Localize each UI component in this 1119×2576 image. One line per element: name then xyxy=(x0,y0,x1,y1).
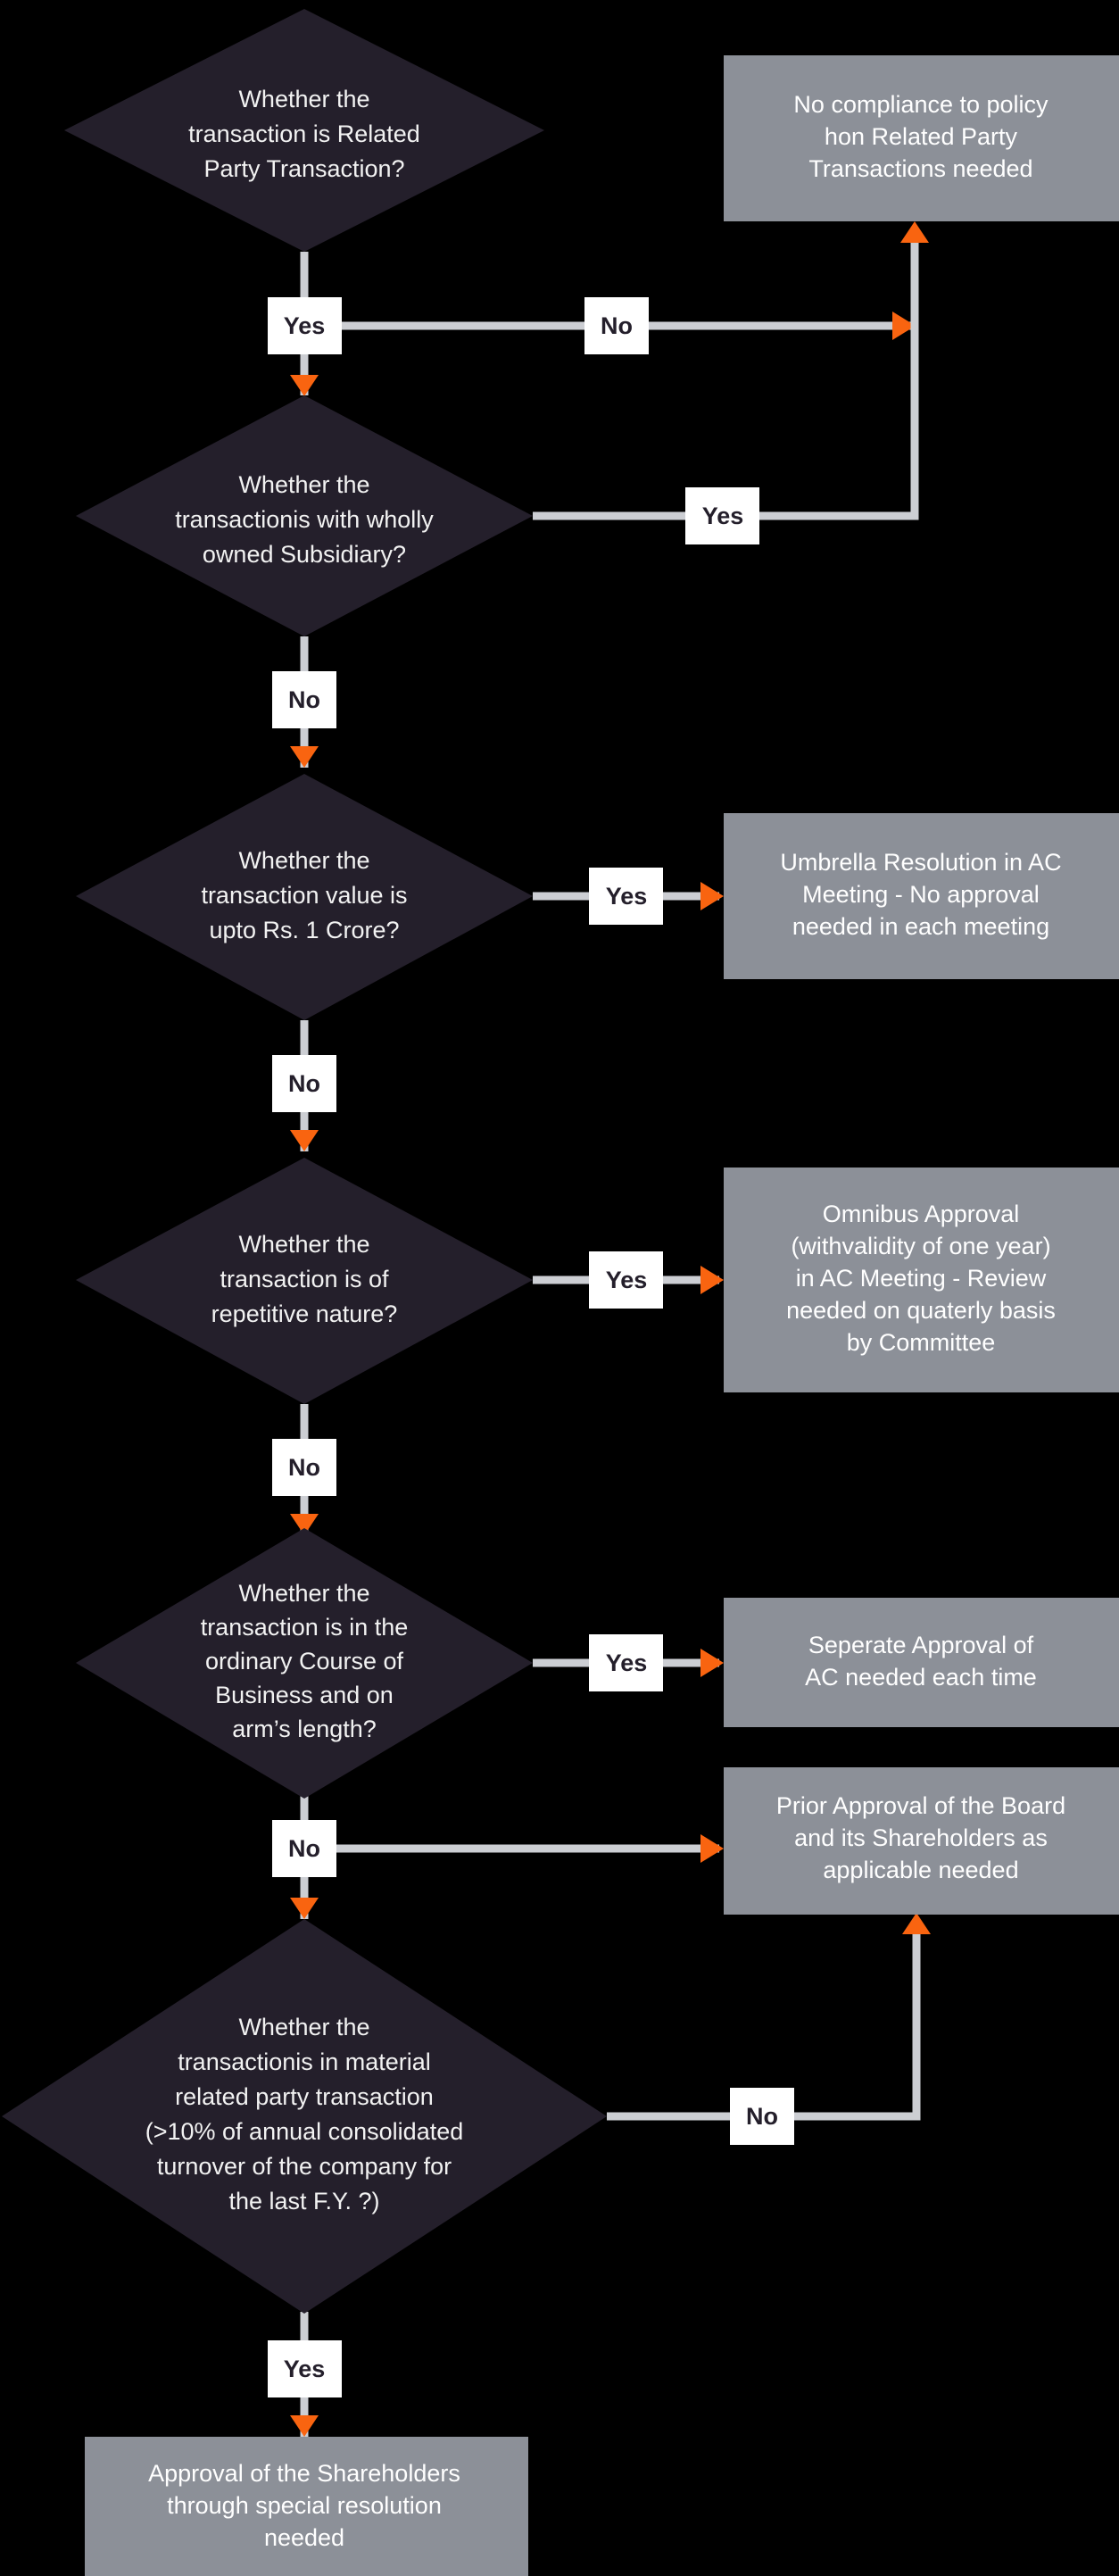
decision-d1-line-2: Party Transaction? xyxy=(203,155,404,182)
edge-label-d3-no[interactable]: No xyxy=(272,1055,336,1112)
decision-d4-line-2: repetitive nature? xyxy=(211,1300,398,1327)
decision-diamond-d3: Whether the transaction value is upto Rs… xyxy=(76,774,533,1020)
edge-label-d5-no[interactable]: No xyxy=(272,1820,336,1877)
arrowhead-d4-yes xyxy=(700,1266,724,1294)
decision-d2-line-1: transactionis with wholly xyxy=(175,506,434,533)
decision-d2-line-0: Whether the xyxy=(238,471,369,498)
outcome-box-o6: Approval of the Shareholders through spe… xyxy=(85,2437,528,2576)
decision-d6-line-1: transactionis in material xyxy=(178,2048,431,2075)
edge-label-d2-no-text: No xyxy=(288,686,320,713)
arrowhead-d5-no-right xyxy=(700,1834,724,1863)
edge-label-d4-yes[interactable]: Yes xyxy=(589,1251,663,1309)
decision-diamond-d2: Whether the transactionis with wholly ow… xyxy=(76,395,533,636)
outcome-o3-line-4: by Committee xyxy=(847,1329,996,1356)
decision-d6-line-4: turnover of the company for xyxy=(157,2153,452,2180)
edge-label-d6-no[interactable]: No xyxy=(730,2088,794,2145)
arrowhead-d3-yes xyxy=(700,882,724,910)
edge-label-d4-no-text: No xyxy=(288,1454,320,1481)
edge-label-d1-no[interactable]: No xyxy=(584,297,649,354)
arrowhead-d6-no-up xyxy=(902,1913,931,1934)
edge-label-d6-yes[interactable]: Yes xyxy=(268,2340,342,2397)
decision-d1-line-1: transaction is Related xyxy=(188,120,420,147)
arrowhead-d6-to-o6 xyxy=(290,2415,319,2437)
decision-diamond-d5: Whether the transaction is in the ordina… xyxy=(76,1528,533,1799)
outcome-box-o1: No compliance to policy hon Related Part… xyxy=(724,55,1119,221)
edge-label-d5-yes-text: Yes xyxy=(606,1649,648,1676)
decision-d5-line-0: Whether the xyxy=(238,1580,369,1607)
edge-label-d2-no[interactable]: No xyxy=(272,671,336,728)
edge-label-d3-no-text: No xyxy=(288,1070,320,1097)
outcome-o5-line-1: and its Shareholders as xyxy=(794,1824,1048,1851)
outcome-o2-line-1: Meeting - No approval xyxy=(802,881,1040,908)
edge-label-d6-yes-text: Yes xyxy=(284,2356,326,2382)
flowchart-canvas: No compliance to policy hon Related Part… xyxy=(0,0,1119,2576)
outcome-box-o2: Umbrella Resolution in AC Meeting - No a… xyxy=(724,813,1119,979)
outcome-o4-line-1: AC needed each time xyxy=(805,1664,1037,1691)
decision-d5-line-4: arm’s length? xyxy=(232,1716,377,1742)
decision-d5-line-1: transaction is in the xyxy=(201,1614,409,1641)
edge-label-d4-yes-text: Yes xyxy=(606,1267,648,1293)
arrowhead-d5-to-d6 xyxy=(290,1898,319,1919)
outcome-o3-line-1: (withvalidity of one year) xyxy=(791,1233,1050,1259)
decision-d6-line-0: Whether the xyxy=(238,2014,369,2040)
outcome-box-o5: Prior Approval of the Board and its Shar… xyxy=(724,1767,1119,1915)
edge-label-d1-yes[interactable]: Yes xyxy=(268,297,342,354)
decision-d4-line-1: transaction is of xyxy=(220,1266,389,1292)
outcome-o6-line-2: needed xyxy=(264,2524,344,2551)
outcome-box-o3: Omnibus Approval (withvalidity of one ye… xyxy=(724,1168,1119,1392)
arrowhead-up-to-o1 xyxy=(900,221,929,243)
edge-label-d6-no-text: No xyxy=(746,2103,778,2130)
outcome-box-o4-rect xyxy=(724,1598,1119,1727)
outcome-o1-line-0: No compliance to policy xyxy=(793,91,1049,118)
arrowhead-d3-to-d4 xyxy=(290,1130,319,1151)
edge-label-d1-yes-text: Yes xyxy=(284,312,326,339)
decision-d6-line-3: (>10% of annual consolidated xyxy=(145,2118,464,2145)
edge-label-d5-no-text: No xyxy=(288,1835,320,1862)
decision-d3-line-1: transaction value is xyxy=(201,882,407,909)
outcome-o6-line-1: through special resolution xyxy=(167,2492,442,2519)
edge-label-d3-yes[interactable]: Yes xyxy=(589,868,663,925)
decision-d5-line-3: Business and on xyxy=(215,1682,394,1708)
decision-diamond-d4: Whether the transaction is of repetitive… xyxy=(76,1158,533,1404)
outcome-o2-line-0: Umbrella Resolution in AC xyxy=(780,849,1061,876)
outcome-o4-line-0: Seperate Approval of xyxy=(808,1632,1034,1658)
decision-diamond-d6: Whether the transactionis in material re… xyxy=(2,1919,607,2314)
outcome-o5-line-2: applicable needed xyxy=(823,1857,1018,1883)
decision-d3-line-0: Whether the xyxy=(238,847,369,874)
edge-label-d5-yes[interactable]: Yes xyxy=(589,1634,663,1691)
decision-d3-line-2: upto Rs. 1 Crore? xyxy=(209,917,399,943)
decision-d6-shape xyxy=(2,1919,607,2314)
edge-label-d2-yes[interactable]: Yes xyxy=(685,487,759,544)
arrowhead-d2-to-d3 xyxy=(290,746,319,768)
decision-d1-line-0: Whether the xyxy=(238,86,369,112)
decision-d6-line-2: related party transaction xyxy=(175,2083,434,2110)
decision-d2-line-2: owned Subsidiary? xyxy=(203,541,406,568)
outcome-o6-line-0: Approval of the Shareholders xyxy=(148,2460,460,2487)
outcome-o2-line-2: needed in each meeting xyxy=(792,913,1049,940)
flowchart-svg: No compliance to policy hon Related Part… xyxy=(2,9,1119,2576)
decision-d6-line-5: the last F.Y. ?) xyxy=(228,2188,379,2215)
outcome-box-o4: Seperate Approval of AC needed each time xyxy=(724,1598,1119,1727)
edge-label-d2-yes-text: Yes xyxy=(702,503,744,529)
outcome-o3-line-0: Omnibus Approval xyxy=(823,1201,1020,1227)
outcome-o3-line-3: needed on quaterly basis xyxy=(786,1297,1056,1324)
outcome-o1-line-1: hon Related Party xyxy=(825,123,1018,150)
outcome-o1-line-2: Transactions needed xyxy=(808,155,1032,182)
arrowhead-d1-to-d2 xyxy=(290,375,319,396)
outcome-o3-line-2: in AC Meeting - Review xyxy=(796,1265,1047,1292)
edge-label-d1-no-text: No xyxy=(601,312,633,339)
outcome-o5-line-0: Prior Approval of the Board xyxy=(776,1792,1065,1819)
edge-label-d3-yes-text: Yes xyxy=(606,883,648,910)
decision-d4-line-0: Whether the xyxy=(238,1231,369,1258)
arrowhead-d5-yes xyxy=(700,1649,724,1677)
decision-d5-line-2: ordinary Course of xyxy=(205,1648,404,1674)
edge-label-d4-no[interactable]: No xyxy=(272,1439,336,1496)
decision-diamond-d1: Whether the transaction is Related Party… xyxy=(64,9,544,252)
